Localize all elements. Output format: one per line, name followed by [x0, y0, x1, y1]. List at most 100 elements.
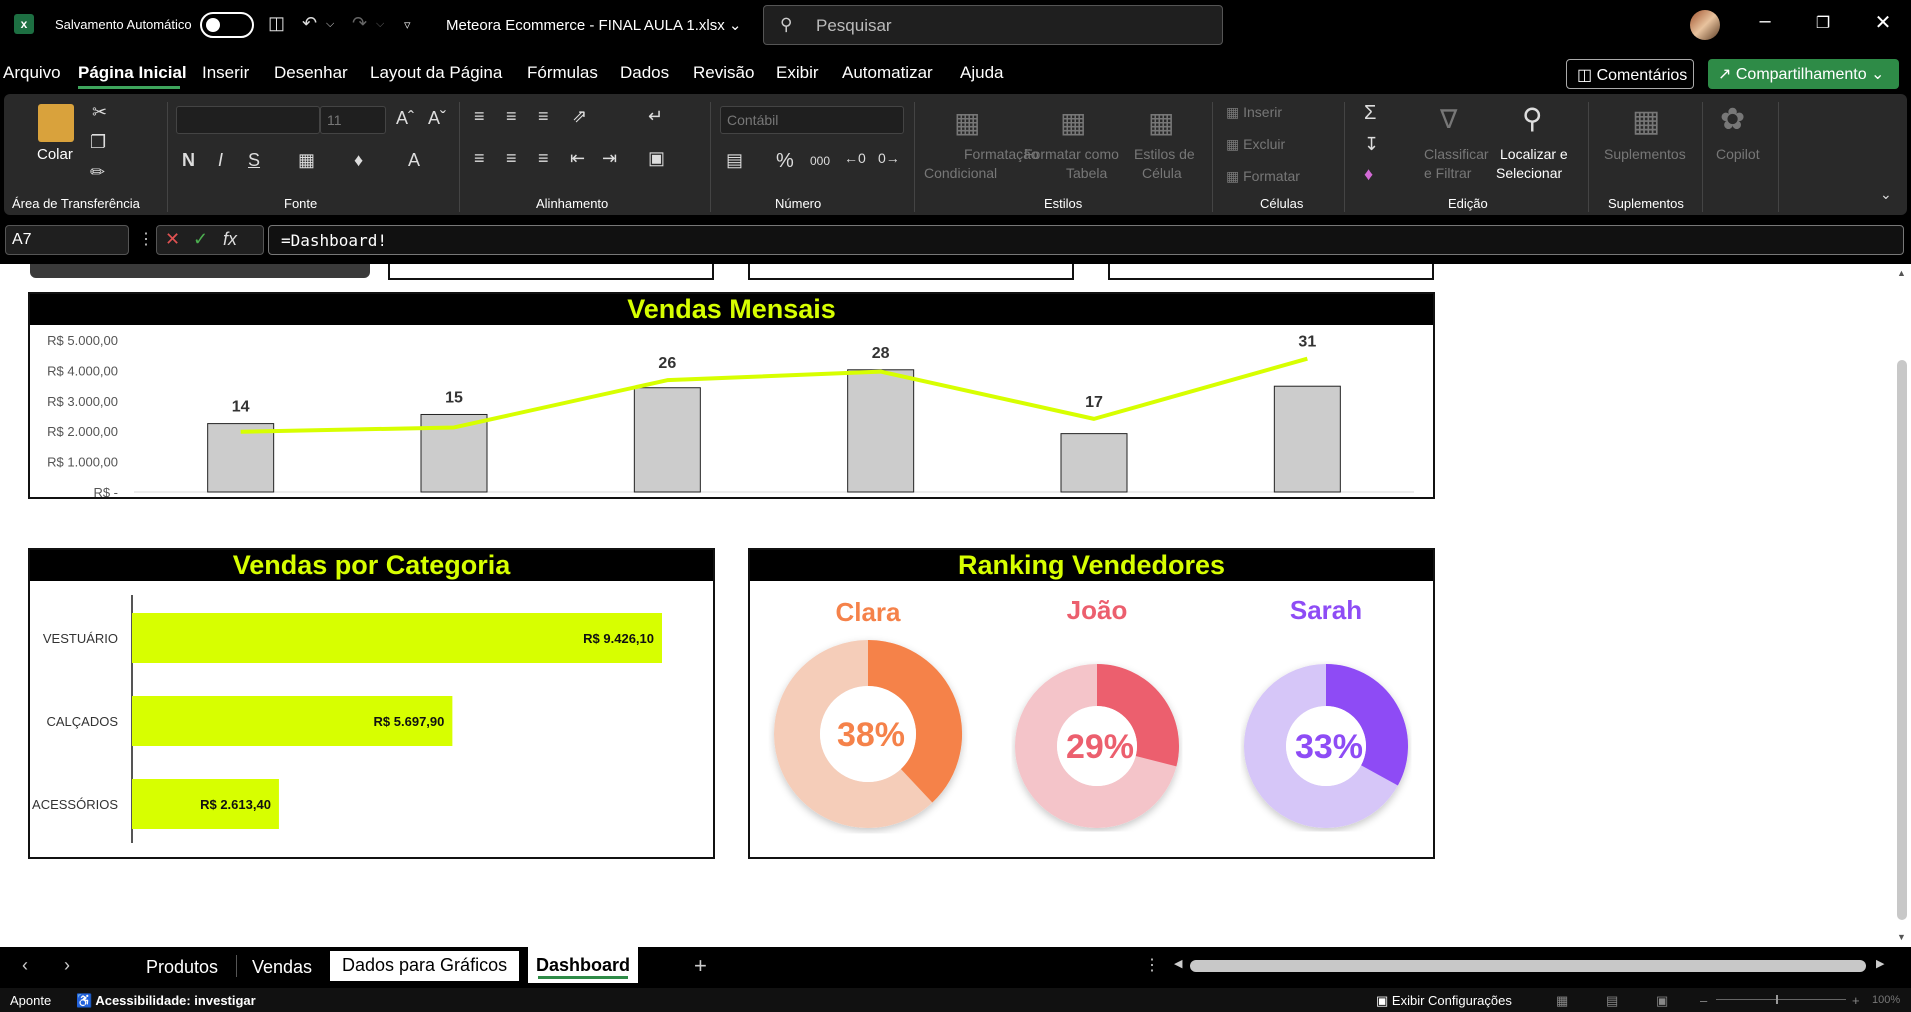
conditional-formatting-icon[interactable]: ▦ — [954, 106, 980, 139]
undo-dropdown-icon[interactable]: ⌵ — [326, 18, 334, 31]
cell-styles-label-2[interactable]: Célula — [1142, 165, 1182, 181]
fill-icon[interactable]: ↧ — [1364, 134, 1379, 155]
undo-icon[interactable]: ↶ — [302, 13, 317, 34]
copilot-icon[interactable]: ✿ — [1720, 102, 1745, 137]
scroll-right-icon[interactable]: ▶ — [1876, 957, 1884, 970]
cell-styles-label-1[interactable]: Estilos de — [1134, 146, 1195, 162]
copilot-label[interactable]: Copilot — [1716, 146, 1760, 162]
redo-dropdown-icon[interactable]: ⌵ — [376, 18, 384, 31]
autosum-icon[interactable]: Σ — [1364, 102, 1376, 125]
align-left-icon[interactable]: ≡ — [474, 148, 485, 169]
document-title[interactable]: Meteora Ecommerce - FINAL AULA 1.xlsx ⌄ — [446, 16, 741, 34]
display-settings[interactable]: ▣ Exibir Configurações — [1376, 993, 1512, 1009]
ranking-panel[interactable]: Ranking Vendedores Clara 38% João 29% Sarah 3… — [748, 548, 1435, 859]
number-format-select[interactable]: Contábil — [720, 106, 904, 134]
comments-button[interactable]: ◫ Comentários — [1566, 59, 1694, 89]
decrease-indent-icon[interactable]: ⇤ — [570, 148, 585, 169]
wrap-text-icon[interactable]: ↵ — [648, 106, 663, 127]
formula-input[interactable]: =Dashboard! — [268, 225, 1904, 255]
zoom-slider-thumb[interactable] — [1776, 995, 1778, 1004]
search-box[interactable]: ⚲ Pesquisar — [763, 5, 1223, 45]
menu-automatizar[interactable]: Automatizar — [842, 63, 933, 83]
more-options-icon[interactable]: ⋮ — [1144, 955, 1160, 975]
align-middle-icon[interactable]: ≡ — [506, 106, 517, 127]
zoom-out-icon[interactable]: – — [1700, 993, 1707, 1008]
paste-icon[interactable] — [38, 104, 74, 142]
menu-revisao[interactable]: Revisão — [693, 63, 754, 83]
underline-button[interactable]: S — [248, 150, 260, 171]
page-break-icon[interactable]: ▣ — [1656, 993, 1668, 1009]
menu-ajuda[interactable]: Ajuda — [960, 63, 1003, 83]
next-sheet-icon[interactable]: › — [64, 955, 70, 976]
collapse-ribbon-icon[interactable]: ⌄ — [1880, 186, 1892, 203]
increase-font-icon[interactable]: Aˆ — [396, 108, 414, 129]
add-sheet-icon[interactable]: + — [694, 953, 707, 979]
category-sales-panel[interactable]: Vendas por Categoria VESTUÁRIO R$ 9.426,1… — [28, 548, 715, 859]
normal-view-icon[interactable]: ▦ — [1556, 993, 1568, 1009]
format-as-table-icon[interactable]: ▦ — [1060, 106, 1086, 139]
menu-desenhar[interactable]: Desenhar — [274, 63, 348, 83]
find-select-label-1[interactable]: Localizar e — [1500, 146, 1568, 162]
conditional-formatting-label-2[interactable]: Condicional — [924, 165, 997, 181]
insert-cells-button[interactable]: ▦ Inserir — [1226, 104, 1282, 121]
sort-filter-label-2[interactable]: e Filtrar — [1424, 165, 1471, 181]
vertical-scroll-thumb[interactable] — [1897, 360, 1907, 920]
cancel-icon[interactable]: ✕ — [165, 229, 180, 250]
format-painter-icon[interactable]: ✏ — [90, 162, 105, 183]
menu-formulas[interactable]: Fórmulas — [527, 63, 598, 83]
addins-icon[interactable]: ▦ — [1632, 104, 1660, 139]
accessibility-status[interactable]: ♿ Acessibilidade: investigar — [76, 993, 256, 1009]
menu-arquivo[interactable]: Arquivo — [3, 63, 61, 83]
font-color-icon[interactable]: A — [408, 150, 420, 171]
monthly-sales-panel[interactable]: Vendas Mensais R$ 5.000,00 R$ 4.000,00 R$ … — [28, 292, 1435, 499]
menu-pagina-inicial[interactable]: Página Inicial — [78, 63, 187, 83]
decrease-decimal-icon[interactable]: 0→ — [878, 150, 900, 166]
borders-icon[interactable]: ▦ — [298, 150, 315, 171]
redo-icon[interactable]: ↷ — [352, 13, 367, 34]
font-family-select[interactable] — [176, 106, 320, 134]
copy-icon[interactable]: ❐ — [90, 132, 106, 153]
font-size-select[interactable]: 11 — [320, 106, 386, 134]
cell-styles-icon[interactable]: ▦ — [1148, 106, 1174, 139]
horizontal-scroll-thumb[interactable] — [1190, 960, 1866, 972]
increase-decimal-icon[interactable]: ←0 — [844, 150, 866, 166]
share-button[interactable]: ↗ Compartilhamento ⌄ — [1708, 59, 1899, 89]
autosave-toggle[interactable] — [200, 12, 254, 38]
align-center-icon[interactable]: ≡ — [506, 148, 517, 169]
find-select-label-2[interactable]: Selecionar — [1496, 165, 1562, 181]
enter-icon[interactable]: ✓ — [193, 229, 208, 250]
cut-icon[interactable]: ✂ — [92, 102, 107, 123]
minimize-icon[interactable]: – — [1750, 10, 1780, 33]
customize-toolbar-icon[interactable]: ▿ — [404, 17, 411, 33]
page-layout-icon[interactable]: ▤ — [1606, 993, 1618, 1009]
scroll-up-icon[interactable]: ▲ — [1897, 268, 1906, 278]
clear-icon[interactable]: ♦ — [1364, 164, 1373, 185]
menu-dados[interactable]: Dados — [620, 63, 669, 83]
find-select-icon[interactable]: ⚲ — [1522, 102, 1543, 135]
increase-indent-icon[interactable]: ⇥ — [602, 148, 617, 169]
restore-icon[interactable]: ❐ — [1808, 13, 1838, 33]
menu-exibir[interactable]: Exibir — [776, 63, 819, 83]
delete-cells-button[interactable]: ▦ Excluir — [1226, 136, 1285, 153]
sheet-tab-produtos[interactable]: Produtos — [146, 957, 218, 978]
name-box[interactable]: A7 — [5, 225, 129, 255]
scroll-down-icon[interactable]: ▼ — [1897, 932, 1906, 942]
zoom-slider[interactable] — [1716, 999, 1846, 1000]
close-icon[interactable]: ✕ — [1868, 10, 1898, 35]
bold-button[interactable]: N — [182, 150, 195, 171]
scroll-left-icon[interactable]: ◀ — [1174, 957, 1182, 970]
vertical-scrollbar[interactable]: ▲ ▼ — [1893, 264, 1911, 947]
orientation-icon[interactable]: ⇗ — [572, 106, 587, 127]
zoom-in-icon[interactable]: + — [1852, 993, 1860, 1008]
thousands-button[interactable]: 000 — [810, 154, 830, 168]
more-options-icon[interactable]: ⋮ — [138, 229, 154, 249]
prev-sheet-icon[interactable]: ‹ — [22, 955, 28, 976]
zoom-level[interactable]: 100% — [1872, 994, 1900, 1006]
sort-filter-icon[interactable]: ∇ — [1440, 104, 1457, 135]
align-right-icon[interactable]: ≡ — [538, 148, 549, 169]
avatar[interactable] — [1690, 10, 1720, 40]
format-as-table-label-1[interactable]: Formatar como — [1024, 146, 1119, 162]
format-as-table-label-2[interactable]: Tabela — [1066, 165, 1107, 181]
italic-button[interactable]: I — [218, 150, 223, 171]
format-cells-button[interactable]: ▦ Formatar — [1226, 168, 1300, 185]
